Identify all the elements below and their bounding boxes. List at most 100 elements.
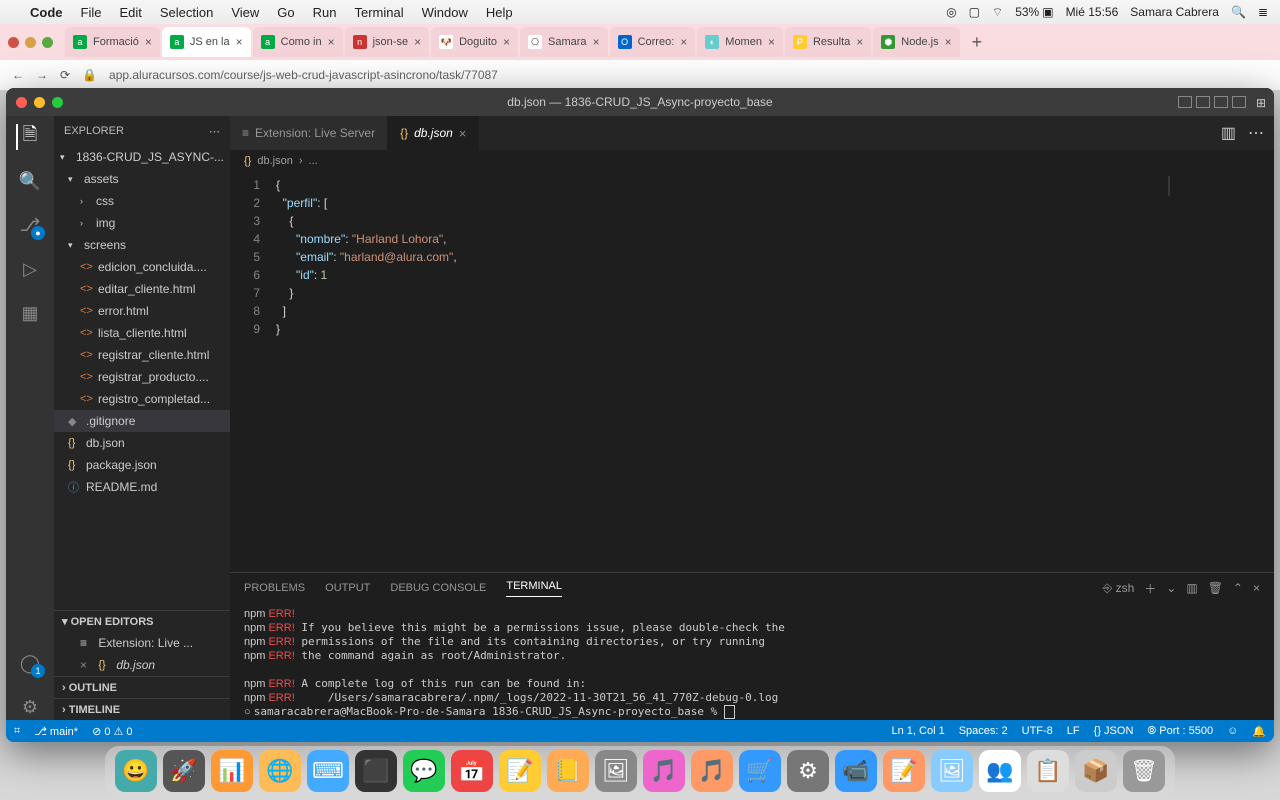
file-item[interactable]: <>edicion_concluida....: [54, 256, 230, 278]
nav-back-icon[interactable]: ←: [12, 68, 24, 82]
outline-section[interactable]: › OUTLINE: [54, 676, 230, 698]
status-liveserver[interactable]: ⦾ Port : 5500: [1147, 725, 1213, 738]
file-packagejson[interactable]: {}package.json: [54, 454, 230, 476]
menu-help[interactable]: Help: [486, 5, 513, 20]
dock-app-icon[interactable]: 📒: [547, 750, 589, 792]
panel-tab-problems[interactable]: PROBLEMS: [244, 582, 305, 594]
code-editor[interactable]: 123456789 { "perfil": [ { "nombre": "Har…: [230, 172, 1274, 572]
creative-cloud-icon[interactable]: ◎: [946, 5, 956, 19]
layout-icon[interactable]: [1232, 96, 1246, 108]
status-bell-icon[interactable]: 🔔: [1252, 725, 1266, 738]
panel-close-icon[interactable]: ×: [1253, 581, 1260, 595]
status-branch[interactable]: ⎇ main*: [34, 725, 78, 738]
traffic-max-icon[interactable]: [52, 97, 63, 108]
breadcrumb[interactable]: {}db.json›...: [230, 150, 1274, 172]
battery-status[interactable]: 53% ▣: [1015, 5, 1053, 19]
dock-app-icon[interactable]: 🛒: [739, 750, 781, 792]
menu-run[interactable]: Run: [313, 5, 337, 20]
scm-icon[interactable]: ⎇●: [17, 212, 43, 238]
status-cursor[interactable]: Ln 1, Col 1: [892, 725, 945, 738]
dock-app-icon[interactable]: ⌨: [307, 750, 349, 792]
folder-img[interactable]: ›img: [54, 212, 230, 234]
file-item[interactable]: <>registro_completad...: [54, 388, 230, 410]
dock-app-icon[interactable]: 📅: [451, 750, 493, 792]
folder-css[interactable]: ›css: [54, 190, 230, 212]
panel-tab-terminal[interactable]: TERMINAL: [506, 580, 562, 597]
folder-screens[interactable]: ▾screens: [54, 234, 230, 256]
status-remote-icon[interactable]: ⌗: [14, 725, 20, 738]
chrome-tab-4[interactable]: 🐶Doguito×: [431, 27, 518, 57]
menu-window[interactable]: Window: [422, 5, 468, 20]
chrome-tab-6[interactable]: OCorreo:×: [610, 27, 696, 57]
status-feedback-icon[interactable]: ☺: [1227, 725, 1238, 738]
menu-selection[interactable]: Selection: [160, 5, 213, 20]
file-item[interactable]: <>registrar_cliente.html: [54, 344, 230, 366]
explorer-more-icon[interactable]: ⋯: [209, 125, 220, 138]
chrome-tab-8[interactable]: PResulta×: [785, 27, 871, 57]
open-editors-section[interactable]: ▾ OPEN EDITORS: [54, 610, 230, 632]
traffic-close-icon[interactable]: [16, 97, 27, 108]
chrome-tab-3[interactable]: njson-se×: [345, 27, 429, 57]
open-editor-item[interactable]: ≡ Extension: Live ...: [54, 632, 230, 654]
dock-app-icon[interactable]: 💬: [403, 750, 445, 792]
menu-go[interactable]: Go: [277, 5, 294, 20]
open-editor-item[interactable]: × {}db.json: [54, 654, 230, 676]
status-spaces[interactable]: Spaces: 2: [959, 725, 1008, 738]
menubar-app[interactable]: Code: [30, 5, 63, 20]
dock-app-icon[interactable]: 📝: [883, 750, 925, 792]
file-item[interactable]: <>editar_cliente.html: [54, 278, 230, 300]
split-editor-icon[interactable]: ▥: [1221, 123, 1236, 143]
clock[interactable]: Mié 15:56: [1066, 5, 1119, 19]
dock-app-icon[interactable]: 📹: [835, 750, 877, 792]
status-lang[interactable]: {} JSON: [1094, 725, 1134, 738]
dock-app-icon[interactable]: 🎵: [643, 750, 685, 792]
timeline-section[interactable]: › TIMELINE: [54, 698, 230, 720]
spotlight-icon[interactable]: 🔍: [1231, 5, 1246, 19]
terminal-output[interactable]: npm ERR! npm ERR! If you believe this mi…: [230, 603, 1274, 720]
file-item[interactable]: <>error.html: [54, 300, 230, 322]
chrome-tab-5[interactable]: ⎔Samara×: [520, 27, 608, 57]
account-icon[interactable]: ◯1: [17, 650, 43, 676]
status-eol[interactable]: LF: [1067, 725, 1080, 738]
layout-icon[interactable]: ⊞: [1250, 96, 1264, 108]
terminal-dropdown-icon[interactable]: ⌄: [1166, 581, 1176, 595]
menu-view[interactable]: View: [231, 5, 259, 20]
dock-app-icon[interactable]: 🗑: [1123, 750, 1165, 792]
panel-tab-debug[interactable]: DEBUG CONSOLE: [390, 582, 486, 594]
nav-fwd-icon[interactable]: →: [36, 68, 48, 82]
folder-assets[interactable]: ▾assets: [54, 168, 230, 190]
traffic-min-icon[interactable]: [34, 97, 45, 108]
status-problems[interactable]: ⊘ 0 ⚠ 0: [92, 725, 132, 738]
wifi-icon[interactable]: ⌔: [992, 5, 1003, 20]
layout-icon[interactable]: [1196, 96, 1210, 108]
chrome-tab-0[interactable]: aFormació×: [65, 27, 160, 57]
dock-app-icon[interactable]: ⬛: [355, 750, 397, 792]
extensions-icon[interactable]: ▦: [17, 300, 43, 326]
address-bar[interactable]: app.aluracursos.com/course/js-web-crud-j…: [109, 68, 1268, 82]
dock-app-icon[interactable]: 🖼: [595, 750, 637, 792]
new-terminal-icon[interactable]: ＋: [1144, 580, 1156, 597]
dock-app-icon[interactable]: 📝: [499, 750, 541, 792]
dock-app-icon[interactable]: 😀: [115, 750, 157, 792]
menu-edit[interactable]: Edit: [119, 5, 141, 20]
dock-app-icon[interactable]: 📋: [1027, 750, 1069, 792]
dock-app-icon[interactable]: 📦: [1075, 750, 1117, 792]
chrome-tab-2[interactable]: aComo in×: [253, 27, 343, 57]
dock-app-icon[interactable]: 🚀: [163, 750, 205, 792]
tab-dbjson[interactable]: {}db.json×: [388, 116, 479, 150]
split-terminal-icon[interactable]: ▥: [1186, 581, 1197, 595]
menu-file[interactable]: File: [81, 5, 102, 20]
run-icon[interactable]: ▷: [17, 256, 43, 282]
explorer-icon[interactable]: 🗎: [16, 124, 42, 150]
panel-tab-output[interactable]: OUTPUT: [325, 582, 370, 594]
project-root[interactable]: ▾1836-CRUD_JS_ASYNC-...: [54, 146, 230, 168]
chrome-tab-7[interactable]: ◐Momen×: [697, 27, 783, 57]
nav-reload-icon[interactable]: ⟳: [60, 68, 70, 82]
chrome-tab-1[interactable]: aJS en la×: [162, 27, 251, 57]
terminal-shell[interactable]: ⎆ zsh: [1103, 581, 1135, 596]
settings-icon[interactable]: ⚙: [17, 694, 43, 720]
dock-app-icon[interactable]: ⚙: [787, 750, 829, 792]
file-item[interactable]: <>lista_cliente.html: [54, 322, 230, 344]
file-item[interactable]: <>registrar_producto....: [54, 366, 230, 388]
dock-app-icon[interactable]: 🌐: [259, 750, 301, 792]
